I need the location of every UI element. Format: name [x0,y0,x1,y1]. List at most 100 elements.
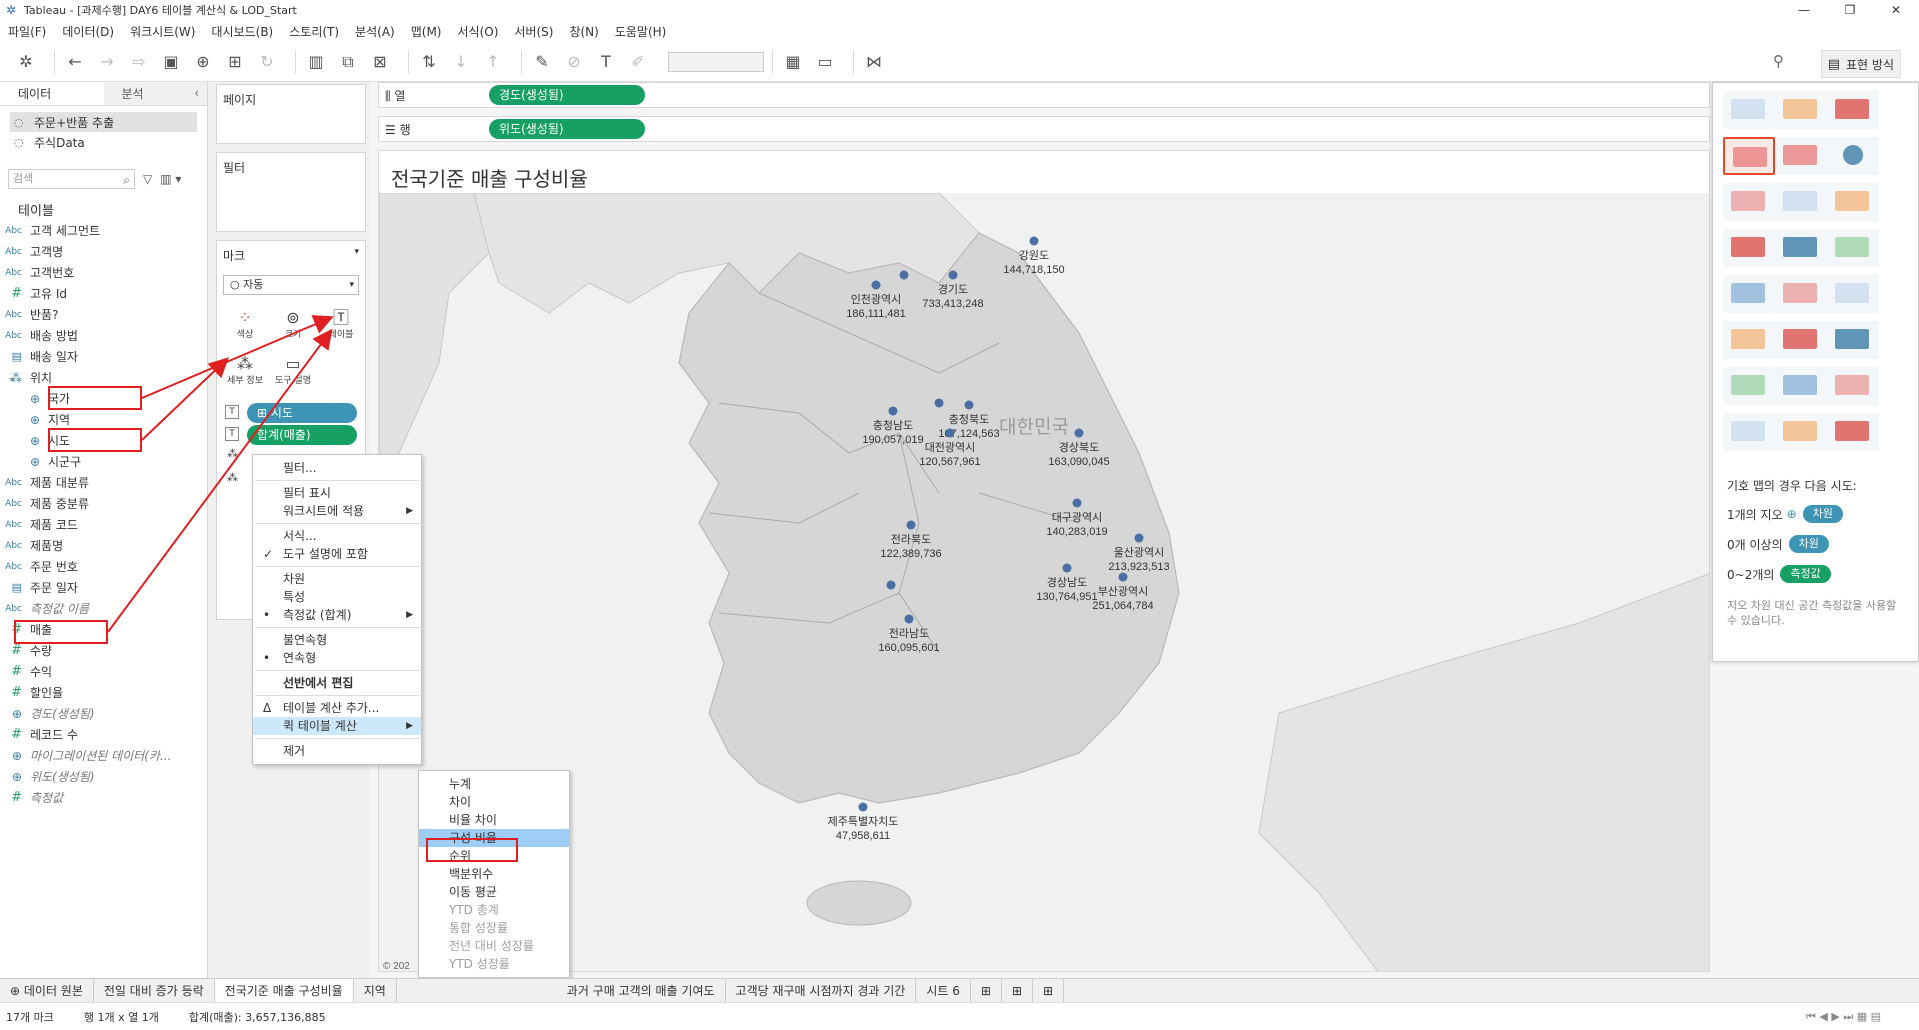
pin-icon[interactable]: ⚲ [1773,52,1784,70]
new-datasource-icon[interactable]: ⊕ [191,50,215,74]
menu-item-show-filter[interactable]: 필터 표시 [253,484,421,502]
menu-item-dimension[interactable]: 차원 [253,570,421,588]
region-dot[interactable] [899,270,909,280]
field-item[interactable]: # 할인율 [0,682,206,703]
symbol-map-icon[interactable] [1723,137,1775,175]
field-item[interactable]: Abc 제품 코드 [0,514,206,535]
field-item[interactable]: ⊕ 시군구 [0,451,206,472]
fit-select[interactable] [668,51,764,72]
field-item[interactable]: Abc 제품 대분류 [0,472,206,493]
field-item[interactable]: ⊕ 위도(생성됨) [0,766,206,787]
menu-item-quick-table-calc[interactable]: 퀵 테이블 계산 ▶ [253,717,421,735]
presentation-icon[interactable]: ▭ [813,50,837,74]
menu-item-include-in-tooltip[interactable]: ✓ 도구 설명에 포함 [253,545,421,563]
sort-asc-icon[interactable]: ↓ [449,50,473,74]
menu-item-remove[interactable]: 제거 [253,742,421,760]
region-dot[interactable] [1072,498,1082,508]
filled-map-icon[interactable] [1775,137,1827,175]
submenu-moving-average[interactable]: 이동 평균 [419,883,569,901]
sheet-tab[interactable]: 지역 [354,978,397,1003]
swap-icon[interactable]: ⇅ [417,50,441,74]
pill-sum-sales[interactable]: 합계(매출) [247,425,357,445]
horizontal-bars-icon[interactable] [1723,183,1775,221]
menu-server[interactable]: 서버(S) [514,23,553,40]
region-dot[interactable] [906,520,916,530]
menu-help[interactable]: 도움말(H) [615,23,667,40]
region-dot[interactable] [945,428,955,438]
pill-sido[interactable]: ⊞ 시도 [247,403,357,423]
field-item[interactable]: Abc 고객명 [0,241,206,262]
undo-icon[interactable]: ← [63,50,87,74]
new-worksheet-icon[interactable]: ▥ [304,50,328,74]
filter-icon[interactable]: ▽ [143,172,152,186]
tab-data[interactable]: 데이터 [0,82,104,105]
chevron-down-icon[interactable]: ▾ [354,247,359,257]
region-dot[interactable] [1074,428,1084,438]
redo-icon[interactable]: → [95,50,119,74]
clear-icon[interactable]: ⊠ [368,50,392,74]
area-discrete-icon[interactable] [1775,321,1827,359]
dual-combination-icon[interactable] [1827,321,1879,359]
gantt-chart-icon[interactable] [1723,413,1775,451]
side-circle-view-icon[interactable] [1827,229,1879,267]
area-continuous-icon[interactable] [1723,321,1775,359]
field-item[interactable]: ⊕ 경도(생성됨) [0,703,206,724]
rows-shelf[interactable]: ☰ 행 위도(생성됨) [378,116,1710,142]
scatter-plot-icon[interactable] [1723,367,1775,405]
field-item[interactable]: # 고유 Id [0,283,206,304]
tab-data-source[interactable]: ⊕ 데이터 원본 [0,978,94,1003]
share-icon[interactable]: ⋈ [862,50,886,74]
menu-item-measure[interactable]: • 측정값 (합계) ▶ [253,606,421,624]
pause-updates-icon[interactable]: ⊞ [223,50,247,74]
line-continuous-icon[interactable] [1723,275,1775,313]
field-item[interactable]: ▤ 배송 일자 [0,346,206,367]
color-button[interactable]: ⁘ 색상 [223,303,267,345]
dual-line-icon[interactable] [1827,275,1879,313]
field-item[interactable]: Abc 반품? [0,304,206,325]
region-dot[interactable] [858,802,868,812]
region-dot[interactable] [888,406,898,416]
fix-axes-icon[interactable]: ✐ [626,50,650,74]
region-dot[interactable] [886,580,896,590]
field-item[interactable]: # 측정값 [0,787,206,808]
pie-chart-icon[interactable] [1827,137,1879,175]
sheet-tab[interactable]: 시트 6 [916,978,971,1003]
region-dot[interactable] [948,270,958,280]
stacked-bars-icon[interactable] [1775,183,1827,221]
label-button[interactable]: 🅃 레이블 [319,303,363,345]
map[interactable]: 대한민국 강원도 144,718,150 경기도 733,413,248 인천광역시 18… [379,193,1710,972]
field-item[interactable]: Abc 주문 번호 [0,556,206,577]
sort-desc-icon[interactable]: ↑ [481,50,505,74]
treemap-icon[interactable] [1723,229,1775,267]
field-item[interactable]: ▤ 주문 일자 [0,577,206,598]
sheet-tab[interactable]: 고객당 재구매 시점까지 경과 기간 [726,978,917,1003]
menu-format[interactable]: 서식(O) [458,23,499,40]
menu-item-continuous[interactable]: • 연속형 [253,649,421,667]
menu-map[interactable]: 맵(M) [411,23,442,40]
histogram-icon[interactable] [1775,367,1827,405]
submenu-difference[interactable]: 차이 [419,793,569,811]
submenu-percentile[interactable]: 백분위수 [419,865,569,883]
region-dot[interactable] [904,614,914,624]
region-dot[interactable] [1062,563,1072,573]
group-icon[interactable]: ⊘ [562,50,586,74]
duplicate-icon[interactable]: ⧉ [336,50,360,74]
new-dashboard-tab-icon[interactable]: ⊞ [1002,978,1034,1003]
field-item[interactable]: Abc 제품 중분류 [0,493,206,514]
heat-map-icon[interactable] [1775,91,1827,129]
menu-item-filter[interactable]: 필터... [253,459,421,477]
menu-story[interactable]: 스토리(T) [289,23,339,40]
show-labels-icon[interactable]: T [594,50,618,74]
view-options-icon[interactable]: ▥ ▾ [160,172,181,186]
region-dot[interactable] [1134,533,1144,543]
sheet-nav-icons[interactable]: ⏮ ◀ ▶ ⏭ ▦ ▤ [1806,1010,1881,1024]
menu-item-edit-in-shelf[interactable]: 선반에서 편집 [253,674,421,692]
field-item[interactable]: Abc 측정값 이름 [0,598,206,619]
columns-shelf[interactable]: ⫼ 열 경도(생성됨) [378,82,1710,108]
filters-card[interactable]: 필터 [216,152,366,232]
menu-window[interactable]: 창(N) [569,23,598,40]
menu-item-attribute[interactable]: 특성 [253,588,421,606]
field-item[interactable]: ⊕ 마이그레이션된 데이터(카... [0,745,206,766]
replay-icon[interactable]: ⇨ [127,50,151,74]
datasource-item[interactable]: ◌ 주문+반품 추출 [10,112,197,132]
